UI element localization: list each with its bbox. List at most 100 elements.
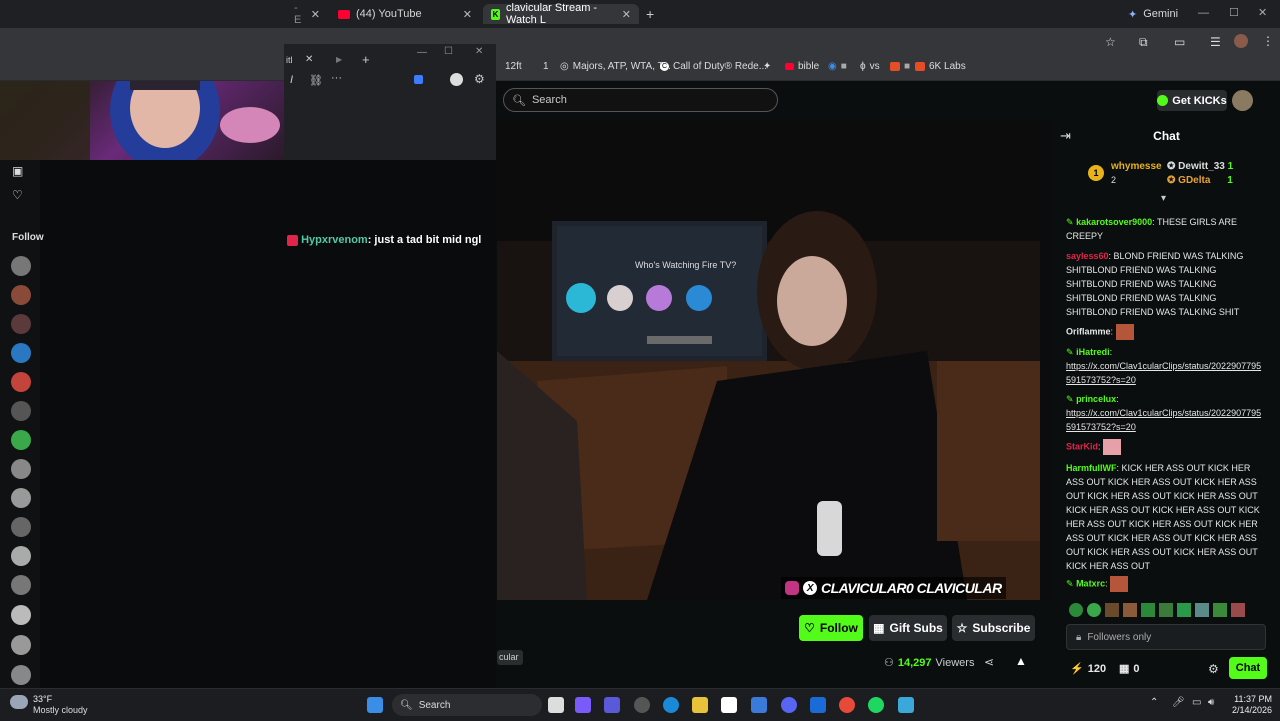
- channel-avatar[interactable]: [11, 459, 31, 479]
- chat-input[interactable]: 🔒︎ Followers only: [1066, 624, 1266, 650]
- kicks-balance[interactable]: ⚡ 120: [1070, 662, 1106, 676]
- cast-icon[interactable]: ▭: [1174, 35, 1185, 49]
- copilot-icon[interactable]: [414, 75, 423, 84]
- spotify-icon[interactable]: [868, 697, 884, 713]
- bookmark-item[interactable]: ◎ Majors, ATP, WTA, T...: [560, 61, 671, 72]
- emote-icon[interactable]: [1213, 603, 1227, 617]
- bookmark-item[interactable]: ◉ ■: [828, 61, 847, 72]
- bookmark-item[interactable]: ■: [890, 61, 910, 72]
- channel-avatar[interactable]: [11, 430, 31, 450]
- settings-gear-icon[interactable]: ⚙: [474, 72, 485, 86]
- chat-username[interactable]: princelux: [1076, 394, 1116, 404]
- channel-avatar[interactable]: [11, 372, 31, 392]
- follow-button[interactable]: ♡ Follow: [799, 615, 863, 641]
- weather-desc[interactable]: Mostly cloudy: [33, 705, 88, 715]
- emote-icon[interactable]: [1141, 603, 1155, 617]
- store-icon[interactable]: [751, 697, 767, 713]
- notepad-icon[interactable]: [898, 697, 914, 713]
- menu-kebab-icon[interactable]: ⋮: [1262, 34, 1274, 48]
- account-icon[interactable]: [450, 73, 463, 86]
- expand-leaderboard-icon[interactable]: ▾: [1161, 193, 1166, 204]
- bookmark-item[interactable]: 1: [543, 61, 549, 72]
- new-tab-button[interactable]: +: [362, 52, 370, 67]
- chat-username[interactable]: Matxrc: [1076, 578, 1105, 588]
- reading-list-icon[interactable]: ☰: [1210, 35, 1221, 49]
- tab-youtube[interactable]: (44) YouTube ✕: [330, 4, 480, 24]
- subscribe-button[interactable]: ☆ Subscribe: [952, 615, 1035, 641]
- close-tab-icon[interactable]: ✕: [622, 8, 631, 21]
- bookmark-item[interactable]: ϕ vs: [860, 61, 880, 72]
- channel-avatar[interactable]: [11, 635, 31, 655]
- new-tab-button[interactable]: +: [646, 6, 654, 22]
- send-chat-button[interactable]: Chat: [1229, 657, 1267, 679]
- leader-item[interactable]: ✪ Dewitt_33 1: [1167, 161, 1233, 172]
- browse-icon[interactable]: ▣: [12, 164, 23, 178]
- bookmark-item[interactable]: C Call of Duty® Rede...: [660, 61, 767, 72]
- network-icon[interactable]: ▭: [1192, 697, 1201, 708]
- user-avatar[interactable]: [1232, 90, 1253, 111]
- bookmark-item[interactable]: ✦: [763, 61, 771, 72]
- italic-icon[interactable]: I: [290, 74, 293, 86]
- tab-kick-stream[interactable]: K clavicular Stream - Watch L ✕: [483, 2, 639, 26]
- close-tab-icon[interactable]: ✕: [305, 54, 313, 65]
- emote-icon[interactable]: [1159, 603, 1173, 617]
- report-warning-icon[interactable]: ▲: [1015, 654, 1027, 668]
- discord-icon[interactable]: [781, 697, 797, 713]
- weather-temp[interactable]: 33°F: [33, 694, 52, 704]
- chat-username[interactable]: kakarotsover9000: [1076, 217, 1152, 227]
- chat-settings-gear-icon[interactable]: ⚙: [1208, 662, 1219, 676]
- link-icon[interactable]: ⛓: [309, 74, 323, 87]
- emote-icon[interactable]: [1231, 603, 1245, 617]
- close-tab-icon[interactable]: ✕: [463, 8, 472, 21]
- taskbar-search[interactable]: 🔍︎ Search: [392, 694, 542, 716]
- emote-icon[interactable]: [1177, 603, 1191, 617]
- channel-avatar[interactable]: [11, 546, 31, 566]
- channel-avatar[interactable]: [11, 517, 31, 537]
- bookmark-item[interactable]: bible: [785, 61, 819, 72]
- emote-icon[interactable]: [1123, 603, 1137, 617]
- close-window-icon[interactable]: ✕: [475, 46, 483, 57]
- leader-name[interactable]: whymesse: [1111, 161, 1162, 172]
- maximize-window-icon[interactable]: ☐: [444, 46, 453, 57]
- channel-avatar[interactable]: [11, 285, 31, 305]
- channel-avatar[interactable]: [11, 401, 31, 421]
- gemini-button[interactable]: ✦ Gemini: [1120, 4, 1182, 24]
- gift-balance[interactable]: ▦ 0: [1119, 662, 1140, 676]
- chat-username[interactable]: iHatredi: [1076, 347, 1110, 357]
- chrome-icon[interactable]: [839, 697, 855, 713]
- outlook-icon[interactable]: [810, 697, 826, 713]
- get-kicks-button[interactable]: Get KICKs: [1157, 90, 1227, 111]
- channel-avatar[interactable]: [11, 256, 31, 276]
- channel-avatar[interactable]: [11, 314, 31, 334]
- tray-chevron-icon[interactable]: ⌃: [1150, 697, 1158, 708]
- tab-partial[interactable]: - E ✕: [286, 2, 328, 26]
- clock-date[interactable]: 2/14/2026: [1228, 705, 1272, 715]
- obs-icon[interactable]: [634, 697, 650, 713]
- teams-icon[interactable]: [604, 697, 620, 713]
- volume-icon[interactable]: 🔊︎: [1208, 697, 1214, 708]
- task-view-icon[interactable]: [548, 697, 564, 713]
- channel-avatar[interactable]: [11, 343, 31, 363]
- emote-icon[interactable]: [1069, 603, 1083, 617]
- channel-avatar[interactable]: [11, 488, 31, 508]
- chat-username[interactable]: StarKid: [1066, 441, 1098, 451]
- channel-avatar[interactable]: [11, 575, 31, 595]
- play-icon[interactable]: ▶: [336, 55, 342, 64]
- video-player[interactable]: Who's Watching Fire TV? X CLAVICULAR0 CL…: [497, 121, 1040, 600]
- maximize-window-icon[interactable]: ☐: [1229, 6, 1239, 19]
- emote-icon[interactable]: [1105, 603, 1119, 617]
- emote-icon[interactable]: [1195, 603, 1209, 617]
- clock-time[interactable]: 11:37 PM: [1232, 694, 1272, 704]
- channel-avatar[interactable]: [11, 665, 31, 685]
- bookmark-star-icon[interactable]: ☆: [1105, 35, 1116, 49]
- minimize-window-icon[interactable]: —: [1198, 7, 1209, 19]
- close-tab-icon[interactable]: ✕: [311, 8, 320, 21]
- chat-link[interactable]: https://x.com/Clav1cularClips/status/202…: [1066, 406, 1266, 434]
- chat-link[interactable]: https://x.com/Clav1cularClips/status/202…: [1066, 359, 1266, 387]
- chatgpt-icon[interactable]: [721, 697, 737, 713]
- editor-tab-partial[interactable]: itl: [286, 55, 293, 65]
- windows-start-icon[interactable]: [367, 697, 383, 713]
- microphone-icon[interactable]: 🎤︎: [1172, 697, 1185, 708]
- gift-subs-button[interactable]: ▦ Gift Subs: [869, 615, 947, 641]
- edge-icon[interactable]: [663, 697, 679, 713]
